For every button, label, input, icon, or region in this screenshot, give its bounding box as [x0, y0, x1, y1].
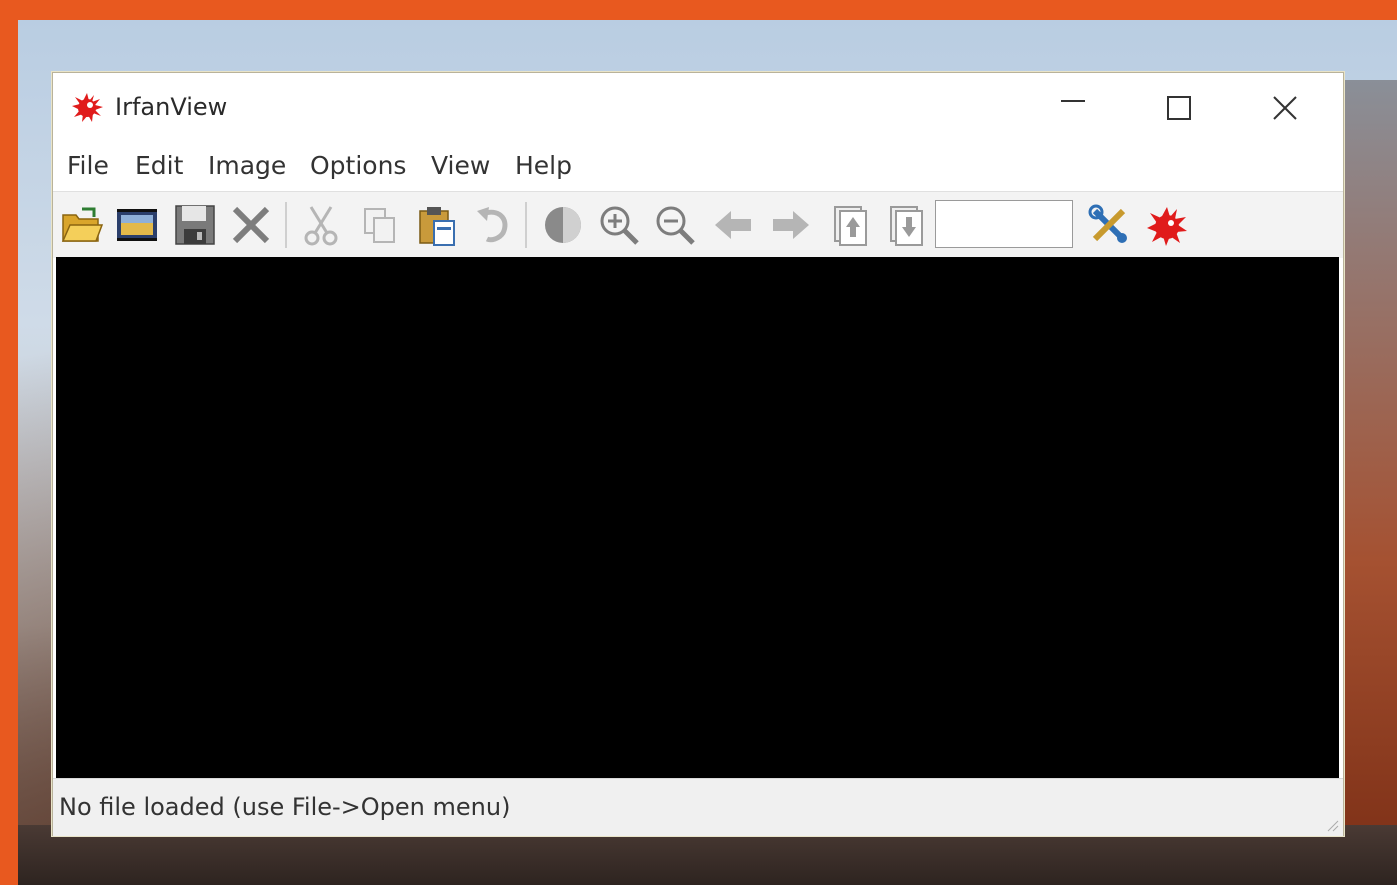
- cut-button[interactable]: [297, 201, 345, 249]
- toolbar: [53, 191, 1343, 258]
- window-title: IrfanView: [115, 93, 228, 121]
- previous-icon: [715, 211, 751, 239]
- minimize-button[interactable]: [1031, 81, 1115, 135]
- menu-help[interactable]: Help: [515, 151, 572, 180]
- undo-button[interactable]: [469, 201, 517, 249]
- copy-icon: [364, 208, 395, 243]
- page-up-button[interactable]: [825, 201, 873, 249]
- previous-button[interactable]: [709, 201, 757, 249]
- undo-icon: [477, 207, 508, 243]
- title-bar[interactable]: IrfanView: [53, 73, 1343, 139]
- save-icon: [175, 205, 215, 245]
- maximize-button[interactable]: [1137, 81, 1221, 135]
- zoom-in-button[interactable]: [595, 201, 643, 249]
- close-icon: [1273, 96, 1297, 120]
- about-icon: [1147, 207, 1187, 246]
- zoom-input[interactable]: [935, 200, 1073, 248]
- paste-icon: [419, 207, 455, 246]
- status-text: No file loaded (use File->Open menu): [59, 793, 511, 821]
- minimize-icon: [1061, 100, 1085, 102]
- zoom-out-button[interactable]: [651, 201, 699, 249]
- page-down-icon: [890, 206, 923, 246]
- irfanview-logo-icon: [70, 90, 104, 124]
- menu-bar: File Edit Image Options View Help: [53, 139, 1343, 191]
- page-down-button[interactable]: [881, 201, 929, 249]
- resize-grip-icon[interactable]: [1325, 818, 1339, 832]
- properties-icon: [1088, 204, 1127, 243]
- menu-file[interactable]: File: [67, 151, 109, 180]
- open-button[interactable]: [58, 201, 106, 249]
- toolbar-separator: [525, 202, 527, 248]
- cut-icon: [304, 206, 338, 246]
- open-folder-icon: [61, 207, 104, 242]
- next-button[interactable]: [767, 201, 815, 249]
- irfanview-window: IrfanView File Edit Image Options View H…: [52, 72, 1344, 836]
- slideshow-icon: [117, 209, 157, 241]
- zoom-out-icon: [656, 206, 695, 245]
- delete-icon: [232, 206, 270, 244]
- paste-button[interactable]: [413, 201, 461, 249]
- slideshow-button[interactable]: [113, 201, 161, 249]
- status-bar: No file loaded (use File->Open menu): [53, 778, 1343, 836]
- next-icon: [773, 211, 809, 239]
- page-up-icon: [834, 206, 867, 246]
- toolbar-separator: [285, 202, 287, 248]
- fit-image-icon: [545, 207, 581, 243]
- menu-image[interactable]: Image: [208, 151, 286, 180]
- close-button[interactable]: [1243, 81, 1327, 135]
- zoom-in-icon: [600, 206, 639, 245]
- delete-button[interactable]: [227, 201, 275, 249]
- menu-view[interactable]: View: [431, 151, 490, 180]
- save-button[interactable]: [171, 201, 219, 249]
- maximize-icon: [1167, 96, 1191, 120]
- menu-edit[interactable]: Edit: [135, 151, 183, 180]
- image-canvas[interactable]: [56, 257, 1339, 778]
- about-button[interactable]: [1143, 201, 1191, 249]
- menu-options[interactable]: Options: [310, 151, 406, 180]
- fit-image-button[interactable]: [539, 201, 587, 249]
- properties-button[interactable]: [1085, 201, 1133, 249]
- copy-button[interactable]: [355, 201, 403, 249]
